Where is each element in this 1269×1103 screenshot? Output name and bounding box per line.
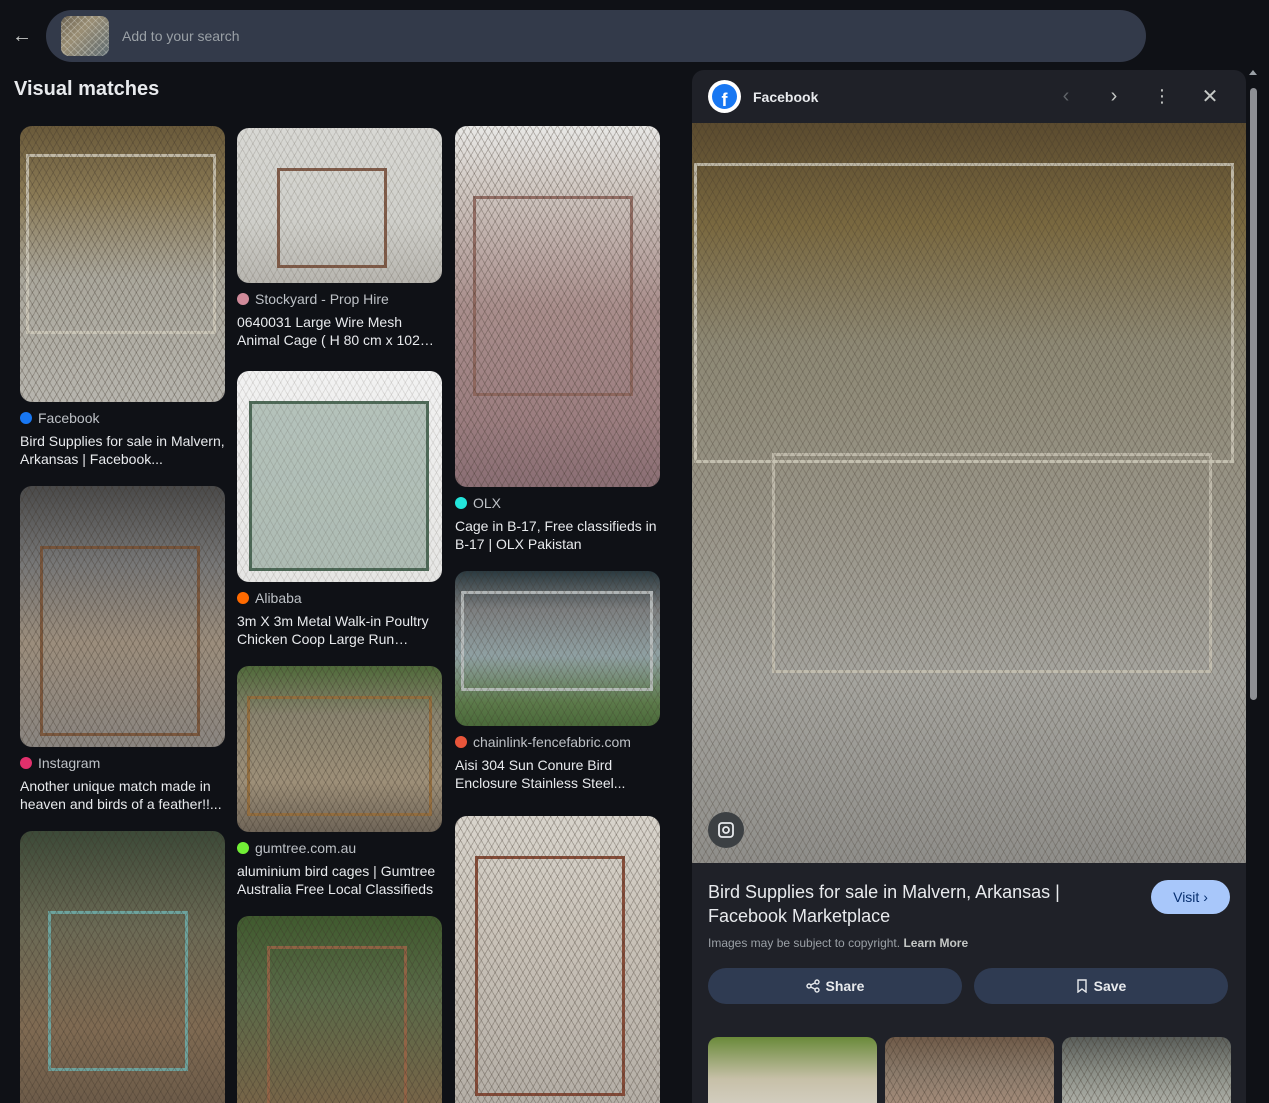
related-image[interactable] bbox=[885, 1037, 1054, 1103]
panel-source-name: Facebook bbox=[753, 88, 819, 105]
result-title: Aisi 304 Sun Conure Bird Enclosure Stain… bbox=[455, 757, 626, 791]
result-title: Cage in B-17, Free classifieds in B-17 |… bbox=[455, 518, 657, 552]
result-image[interactable] bbox=[455, 571, 660, 726]
result-card[interactable]: Instagram Another unique match made in h… bbox=[20, 486, 225, 813]
stockyard-icon bbox=[237, 293, 249, 305]
result-image[interactable] bbox=[237, 371, 442, 582]
result-card[interactable]: gumtree.com.au aluminium bird cages | Gu… bbox=[237, 666, 442, 898]
result-source: Alibaba bbox=[255, 590, 302, 606]
result-source: chainlink-fencefabric.com bbox=[473, 734, 631, 750]
share-icon bbox=[805, 979, 820, 993]
share-label: Share bbox=[825, 978, 865, 994]
result-card[interactable]: OLX Cage in B-17, Free classifieds in B-… bbox=[455, 126, 660, 553]
result-image[interactable] bbox=[237, 666, 442, 832]
result-card[interactable]: Alibaba 3m X 3m Metal Walk-in Poultry Ch… bbox=[237, 371, 442, 648]
share-button[interactable]: Share bbox=[708, 968, 962, 1004]
panel-title: Bird Supplies for sale in Malvern, Arkan… bbox=[708, 882, 1060, 926]
learn-more-link[interactable]: Learn More bbox=[903, 936, 968, 950]
facebook-logo-icon: f bbox=[708, 80, 741, 113]
olx-icon bbox=[455, 497, 467, 509]
result-title: 3m X 3m Metal Walk-in Poultry Chicken Co… bbox=[237, 613, 429, 647]
result-card[interactable]: chainlink-fencefabric.com Aisi 304 Sun C… bbox=[455, 571, 660, 792]
result-image[interactable] bbox=[237, 128, 442, 283]
panel-main-image[interactable] bbox=[692, 123, 1246, 863]
back-arrow-icon[interactable]: ← bbox=[8, 22, 36, 50]
result-image[interactable] bbox=[20, 126, 225, 402]
result-image[interactable] bbox=[237, 916, 442, 1103]
chainlink-icon bbox=[455, 736, 467, 748]
alibaba-icon bbox=[237, 592, 249, 604]
previous-icon[interactable]: ‹ bbox=[1052, 82, 1080, 110]
result-source: Stockyard - Prop Hire bbox=[255, 291, 389, 307]
result-card[interactable]: Facebook Bird Supplies for sale in Malve… bbox=[20, 126, 225, 468]
result-image[interactable] bbox=[20, 486, 225, 747]
detail-panel: f Facebook ‹ › ⋮ ✕ Bird Supplies for sal… bbox=[692, 70, 1246, 1103]
copyright-notice: Images may be subject to copyright. Lear… bbox=[708, 936, 968, 950]
scroll-up-icon[interactable] bbox=[1249, 70, 1257, 75]
copyright-text: Images may be subject to copyright. bbox=[708, 936, 901, 950]
save-label: Save bbox=[1093, 978, 1127, 994]
result-card[interactable] bbox=[455, 816, 660, 1103]
search-bar[interactable] bbox=[46, 10, 1146, 62]
result-card[interactable] bbox=[20, 831, 225, 1103]
panel-scrollbar[interactable] bbox=[1248, 70, 1260, 1103]
instagram-icon bbox=[20, 757, 32, 769]
more-options-icon[interactable]: ⋮ bbox=[1148, 82, 1176, 110]
lens-search-icon[interactable] bbox=[708, 812, 744, 848]
visit-label: Visit bbox=[1173, 889, 1200, 905]
result-title: 0640031 Large Wire Mesh Animal Cage ( H … bbox=[237, 314, 420, 348]
result-image[interactable] bbox=[20, 831, 225, 1103]
result-title: aluminium bird cages | Gumtree Australia… bbox=[237, 863, 436, 897]
facebook-icon bbox=[20, 412, 32, 424]
result-source: Instagram bbox=[38, 755, 101, 771]
result-image[interactable] bbox=[455, 126, 660, 487]
result-image[interactable] bbox=[455, 816, 660, 1103]
result-source: gumtree.com.au bbox=[255, 840, 357, 856]
result-title: Another unique match made in heaven and … bbox=[20, 778, 222, 812]
result-card[interactable]: Stockyard - Prop Hire 0640031 Large Wire… bbox=[237, 128, 442, 349]
visit-button[interactable]: Visit › bbox=[1151, 880, 1230, 914]
related-image[interactable] bbox=[1062, 1037, 1231, 1103]
bookmark-icon bbox=[1076, 979, 1087, 993]
related-image[interactable] bbox=[708, 1037, 877, 1103]
gumtree-icon bbox=[237, 842, 249, 854]
result-source: OLX bbox=[473, 495, 502, 511]
scroll-thumb[interactable] bbox=[1250, 88, 1257, 700]
search-image-thumbnail[interactable] bbox=[61, 16, 109, 56]
result-source: Facebook bbox=[38, 410, 100, 426]
result-card[interactable] bbox=[237, 916, 442, 1103]
next-icon[interactable]: › bbox=[1100, 82, 1128, 110]
search-input[interactable] bbox=[122, 28, 722, 44]
result-title: Bird Supplies for sale in Malvern, Arkan… bbox=[20, 433, 225, 467]
section-title: Visual matches bbox=[14, 78, 160, 100]
close-icon[interactable]: ✕ bbox=[1196, 82, 1224, 110]
save-button[interactable]: Save bbox=[974, 968, 1228, 1004]
